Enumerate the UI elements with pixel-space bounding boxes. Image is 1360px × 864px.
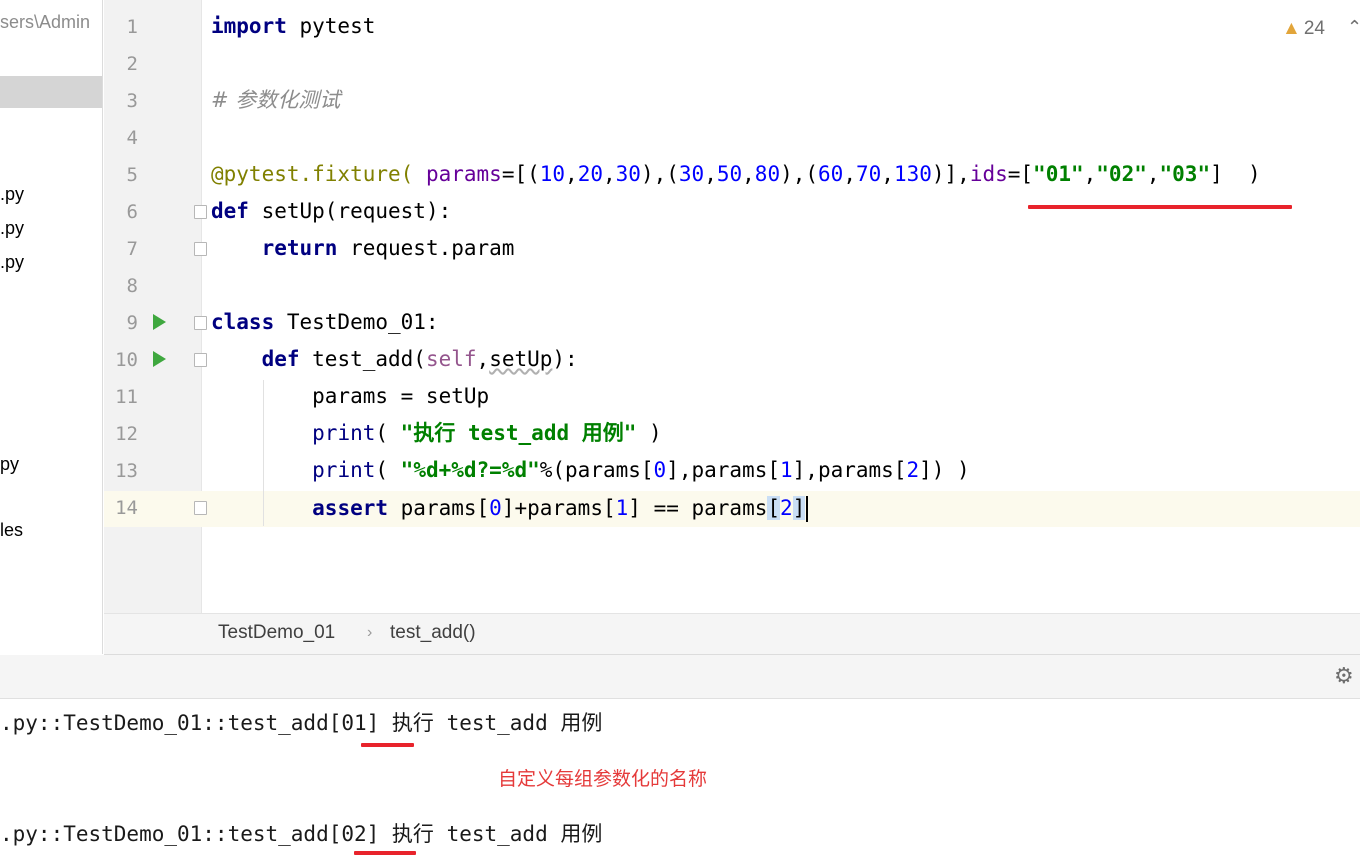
line-number: 3 [126,90,138,112]
sidebar-file-item[interactable]: py [0,454,19,475]
fold-end-icon[interactable] [194,501,207,515]
gear-icon[interactable]: ⚙ [1334,664,1354,689]
code-line-1: import pytest [211,14,376,38]
line-number: 1 [126,16,138,38]
console-output-line: .py::TestDemo_01::test_add[01] 执行 test_a… [0,711,603,735]
line-number: 9 [126,312,138,334]
breadcrumb-class[interactable]: TestDemo_01 [218,622,335,644]
sidebar-external-libraries[interactable]: les [0,520,23,541]
fold-icon[interactable] [194,205,207,219]
warnings-indicator[interactable]: ▲ 24 [1282,18,1325,40]
chevron-up-icon[interactable]: ⌃ [1347,17,1360,38]
line-number: 7 [126,238,138,260]
id-02-red-underline [354,851,416,855]
breadcrumb-method[interactable]: test_add() [390,622,476,644]
code-line-5: @pytest.fixture( params=[(10,20,30),(30,… [211,162,1261,186]
code-line-11: params = setUp [211,384,490,408]
console-output-line: .py::TestDemo_01::test_add[02] 执行 test_a… [0,822,603,846]
run-class-icon[interactable] [153,314,166,330]
run-test-icon[interactable] [153,351,166,367]
sidebar-file-item[interactable]: .py [0,184,24,205]
code-line-6: def setUp(request): [211,199,452,223]
line-number: 12 [115,423,138,445]
line-number: 6 [126,201,138,223]
line-number: 5 [126,164,138,186]
project-sidebar: sers\Admin .py .py .py py les [0,0,103,654]
annotation-text: 自定义每组参数化的名称 [498,768,708,790]
fold-icon[interactable] [194,316,207,330]
line-number: 2 [126,53,138,75]
line-number: 10 [115,349,138,371]
warning-triangle-icon: ▲ [1282,18,1301,39]
console-toolbar [0,655,1360,699]
code-line-12: print( "执行 test_add 用例" ) [312,421,662,445]
id-01-red-underline [361,743,414,747]
code-line-13: print( "%d+%d?=%d"%(params[0],params[1],… [312,458,970,482]
code-comment: # 参数化测试 [211,88,341,112]
sidebar-file-item[interactable]: .py [0,252,24,273]
ids-red-underline [1028,205,1292,209]
line-number: 13 [115,460,138,482]
fold-end-icon[interactable] [194,242,207,256]
chevron-right-icon: › [367,624,373,641]
fold-icon[interactable] [194,353,207,367]
code-line-3: # 参数化测试 [211,83,340,117]
code-line-9: class TestDemo_01: [211,310,439,334]
sidebar-path[interactable]: sers\Admin [0,12,90,33]
line-number: 14 [115,497,138,519]
text-cursor [806,496,809,522]
line-number: 4 [126,127,138,149]
sidebar-selected-row[interactable] [0,76,102,108]
line-number: 11 [115,386,138,408]
code-line-14: assert params[0]+params[1] == params[2] [211,491,809,525]
code-line-7: return request.param [261,236,515,260]
code-line-10: def test_add(self,setUp): [261,347,578,371]
line-number: 8 [126,275,138,297]
sidebar-file-item[interactable]: .py [0,218,24,239]
